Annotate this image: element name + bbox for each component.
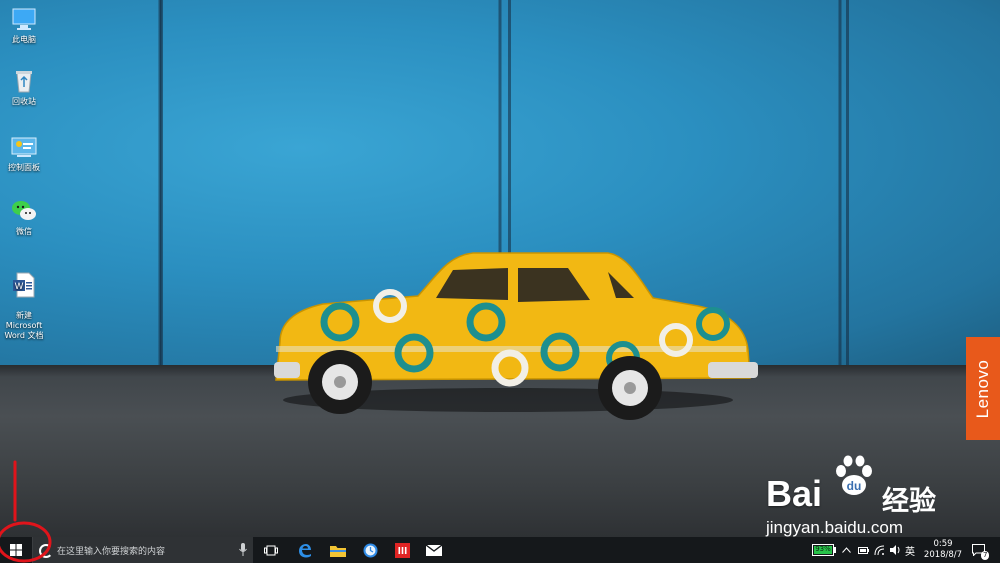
recycle-bin-icon <box>16 71 32 93</box>
edge-browser-icon <box>298 543 311 557</box>
mail-icon <box>426 544 442 556</box>
clock-time: 0:59 <box>933 539 953 549</box>
jingyan-text: 经验 <box>882 486 936 517</box>
task-view-button[interactable] <box>258 537 284 563</box>
desktop-icon-label: 此电脑 <box>12 35 36 44</box>
taskbar: 在这里输入你要搜索的内容 93% 英 0:59 2018/8/7 7 <box>0 537 1000 563</box>
baidu-brand-text: Bai <box>766 473 823 514</box>
taskbar-app-mail[interactable] <box>420 537 448 563</box>
watermark-url: jingyan.baidu.com <box>766 518 904 537</box>
windows-start-icon <box>10 544 22 556</box>
battery-indicator[interactable]: 93% <box>812 537 836 563</box>
yellow-car-image <box>274 252 758 420</box>
speaker-icon <box>890 545 900 555</box>
cortana-icon[interactable] <box>39 544 53 558</box>
action-center-button[interactable]: 7 <box>972 537 990 563</box>
chevron-up-icon <box>842 547 851 553</box>
wechat-icon <box>12 201 36 220</box>
desktop-icon-label: 微信 <box>16 227 32 236</box>
battery-percent: 93% <box>815 545 831 553</box>
control-panel-icon <box>11 137 37 157</box>
start-button[interactable] <box>0 537 32 563</box>
word-document-icon: W <box>13 272 35 298</box>
red-app-icon <box>394 542 410 558</box>
taskbar-app-clock[interactable] <box>356 537 384 563</box>
taskbar-app-red[interactable] <box>388 537 416 563</box>
show-hidden-icons-button[interactable] <box>842 537 851 563</box>
desktop-icon-wechat[interactable]: 微信 <box>2 198 46 237</box>
desktop-icon-label: 回收站 <box>12 97 36 106</box>
volume-button[interactable] <box>890 537 901 563</box>
desktop-icon-word-document[interactable]: W 新建 Microsoft Word 文档 <box>2 262 46 351</box>
microphone-icon[interactable] <box>239 543 247 556</box>
this-pc-icon <box>12 8 36 30</box>
taskbar-search-box[interactable]: 在这里输入你要搜索的内容 <box>32 537 253 563</box>
taskbar-app-file-explorer[interactable] <box>324 537 352 563</box>
clock[interactable]: 0:59 2018/8/7 <box>922 539 964 561</box>
svg-text:W: W <box>15 281 24 291</box>
file-explorer-icon <box>330 545 346 557</box>
power-status-button[interactable] <box>858 537 869 563</box>
input-method-button[interactable]: 英 <box>905 537 915 563</box>
clock-app-icon <box>363 543 377 557</box>
baidu-brand-suffix: du <box>847 479 862 493</box>
desktop-icon-this-pc[interactable]: 此电脑 <box>2 6 46 45</box>
search-placeholder: 在这里输入你要搜索的内容 <box>57 547 166 557</box>
wifi-icon <box>874 545 885 555</box>
desktop-icon-control-panel[interactable]: 控制面板 <box>2 134 46 173</box>
wall-seam <box>160 0 163 370</box>
baidu-jingyan-watermark: du Bai 经验 jingyan.baidu.com <box>762 455 962 537</box>
desktop-icon-label: 新建 Microsoft Word 文档 <box>4 311 44 340</box>
taskbar-app-edge[interactable] <box>290 537 318 563</box>
clock-date: 2018/8/7 <box>923 550 963 560</box>
wall-seam <box>846 0 849 370</box>
lenovo-logo-text: Lenovo <box>973 359 992 418</box>
lenovo-logo: Lenovo <box>966 337 1000 440</box>
task-view-icon <box>264 545 278 555</box>
desktop-icon-label: 控制面板 <box>8 163 40 172</box>
desktop[interactable]: 此电脑 回收站 控制面板 微信 W 新建 Microsoft Word 文档 L… <box>0 0 1000 537</box>
network-button[interactable] <box>874 537 885 563</box>
battery-small-icon <box>858 546 869 554</box>
baidu-paw-icon: du <box>836 455 872 495</box>
notification-count: 7 <box>981 551 990 560</box>
desktop-icon-recycle-bin[interactable]: 回收站 <box>2 68 46 107</box>
